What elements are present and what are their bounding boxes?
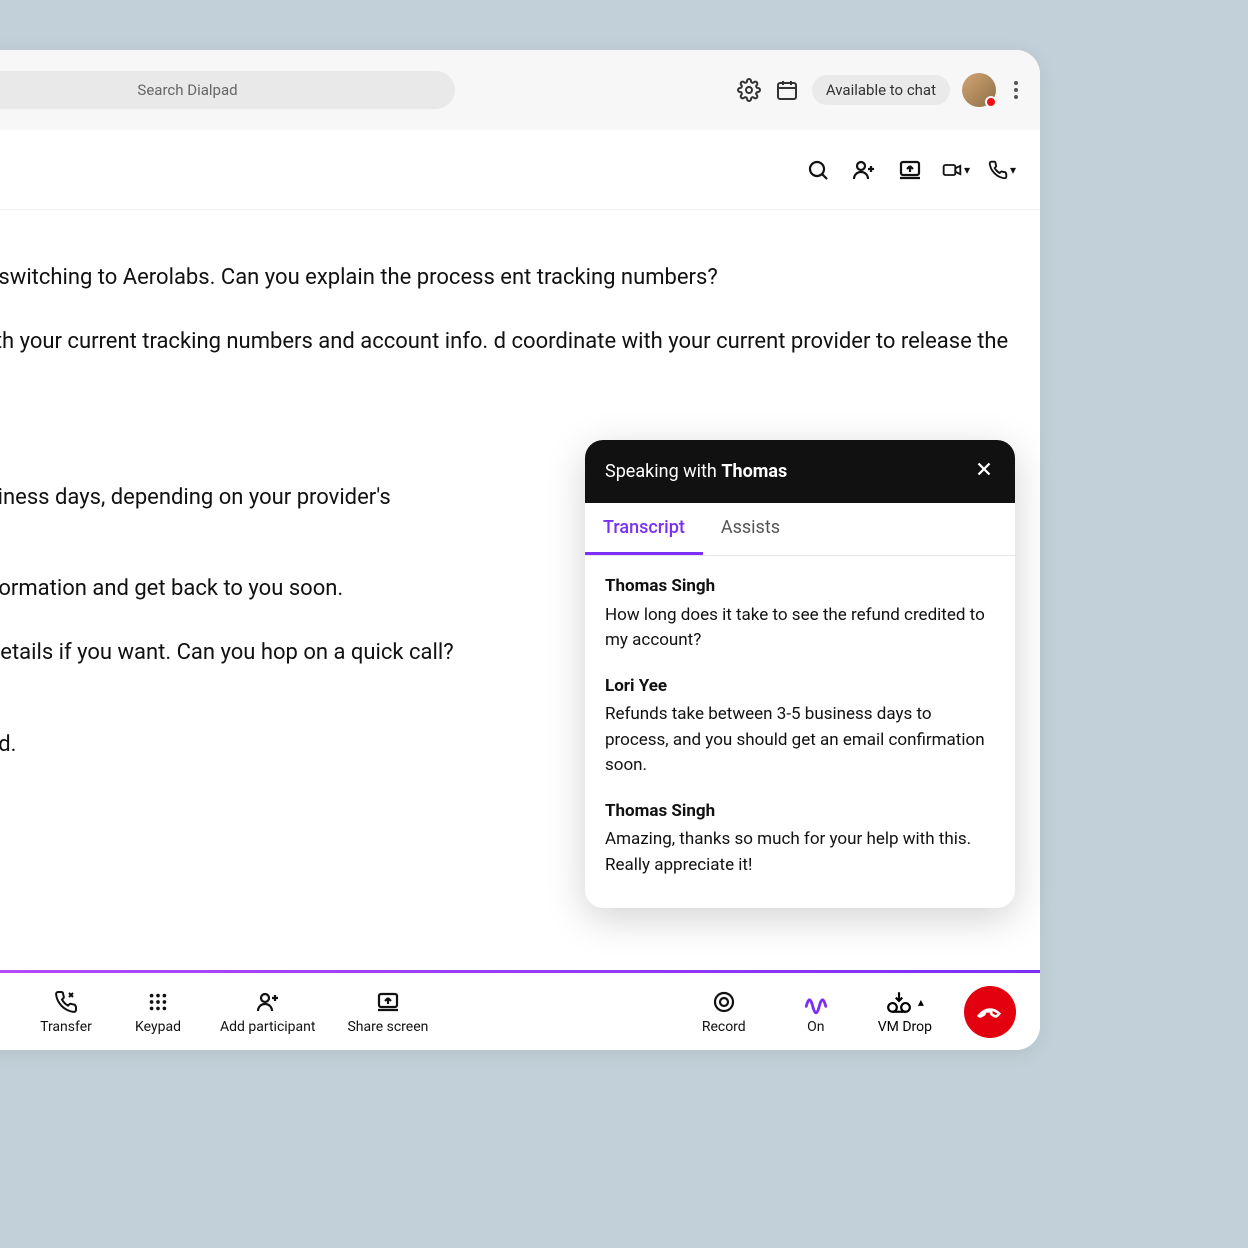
presence-dot-icon — [985, 96, 997, 108]
search-wrap: Search Dialpad — [0, 71, 455, 109]
message-time: PM — [0, 234, 1016, 257]
keypad-icon — [145, 989, 171, 1015]
transcript-body: Thomas Singh How long does it take to se… — [585, 556, 1015, 908]
speaker-name: Thomas Singh — [605, 799, 995, 825]
vm-drop-button[interactable]: ▴ VM Drop — [878, 989, 932, 1035]
hold-button[interactable]: Hold — [0, 989, 4, 1035]
ai-icon — [803, 989, 829, 1015]
phone-call-icon[interactable]: ▾ — [988, 156, 1016, 184]
add-participant-button[interactable]: Add participant — [220, 989, 315, 1035]
voicemail-drop-icon — [886, 989, 912, 1015]
add-person-icon[interactable] — [850, 156, 878, 184]
message-body: ering switching to Aerolabs. Can you exp… — [0, 261, 1016, 295]
transcript-panel: Speaking with Thomas Transcript Assists … — [585, 440, 1015, 908]
transcript-text: Refunds take between 3-5 business days t… — [605, 702, 995, 779]
keypad-button[interactable]: Keypad — [128, 989, 188, 1035]
message-item: us with your current tracking numbers an… — [0, 325, 1016, 359]
search-conversation-icon[interactable] — [804, 156, 832, 184]
user-avatar[interactable] — [962, 73, 996, 107]
transcript-entry: Thomas Singh Amazing, thanks so much for… — [605, 799, 995, 879]
close-icon[interactable] — [973, 458, 995, 485]
panel-title: Speaking with Thomas — [605, 461, 973, 482]
chevron-down-icon: ▾ — [964, 163, 970, 177]
share-screen-label: Share screen — [347, 1019, 428, 1035]
calendar-icon[interactable] — [774, 77, 800, 103]
share-screen-button[interactable]: Share screen — [347, 989, 428, 1035]
top-bar: Search Dialpad Available to chat — [0, 50, 1040, 130]
presence-status[interactable]: Available to chat — [812, 75, 950, 105]
message-item: PM ering switching to Aerolabs. Can you … — [0, 234, 1016, 295]
tab-assists[interactable]: Assists — [703, 503, 798, 555]
hangup-button[interactable] — [964, 986, 1016, 1038]
chevron-down-icon: ▾ — [1010, 163, 1016, 177]
panel-tabs: Transcript Assists — [585, 503, 1015, 556]
transfer-label: Transfer — [40, 1019, 92, 1035]
share-screen-icon[interactable] — [896, 156, 924, 184]
chevron-up-icon: ▴ — [918, 995, 924, 1009]
transcript-text: Amazing, thanks so much for your help wi… — [605, 827, 995, 878]
ai-label: On — [807, 1019, 824, 1035]
search-placeholder: Search Dialpad — [137, 81, 237, 99]
conversation-header: ▾ ▾ — [0, 130, 1040, 210]
transcript-entry: Thomas Singh How long does it take to se… — [605, 574, 995, 654]
ai-toggle-button[interactable]: On — [786, 989, 846, 1035]
speaker-name: Lori Yee — [605, 674, 995, 700]
status-label: Available to chat — [826, 81, 936, 99]
transcript-text: How long does it take to see the refund … — [605, 603, 995, 654]
more-menu-icon[interactable] — [1008, 75, 1024, 105]
video-call-icon[interactable]: ▾ — [942, 156, 970, 184]
message-time: PM — [0, 389, 1016, 412]
speaker-name: Thomas Singh — [605, 574, 995, 600]
tab-transcript[interactable]: Transcript — [585, 503, 703, 555]
add-person-icon — [255, 989, 281, 1015]
panel-header: Speaking with Thomas — [585, 440, 1015, 503]
record-label: Record — [702, 1019, 746, 1035]
share-icon — [375, 989, 401, 1015]
add-participant-label: Add participant — [220, 1019, 315, 1035]
record-button[interactable]: Record — [694, 989, 754, 1035]
record-icon — [711, 989, 737, 1015]
transfer-button[interactable]: Transfer — [36, 989, 96, 1035]
transfer-icon — [53, 989, 79, 1015]
message-body: us with your current tracking numbers an… — [0, 325, 1016, 359]
settings-icon[interactable] — [736, 77, 762, 103]
transcript-entry: Lori Yee Refunds take between 3-5 busine… — [605, 674, 995, 779]
keypad-label: Keypad — [135, 1019, 181, 1035]
vm-drop-label: VM Drop — [878, 1019, 932, 1035]
hangup-icon — [977, 999, 1003, 1025]
search-input[interactable]: Search Dialpad — [0, 71, 455, 109]
call-bar: Hold Transfer Keypad Add participant Sha… — [0, 970, 1040, 1050]
